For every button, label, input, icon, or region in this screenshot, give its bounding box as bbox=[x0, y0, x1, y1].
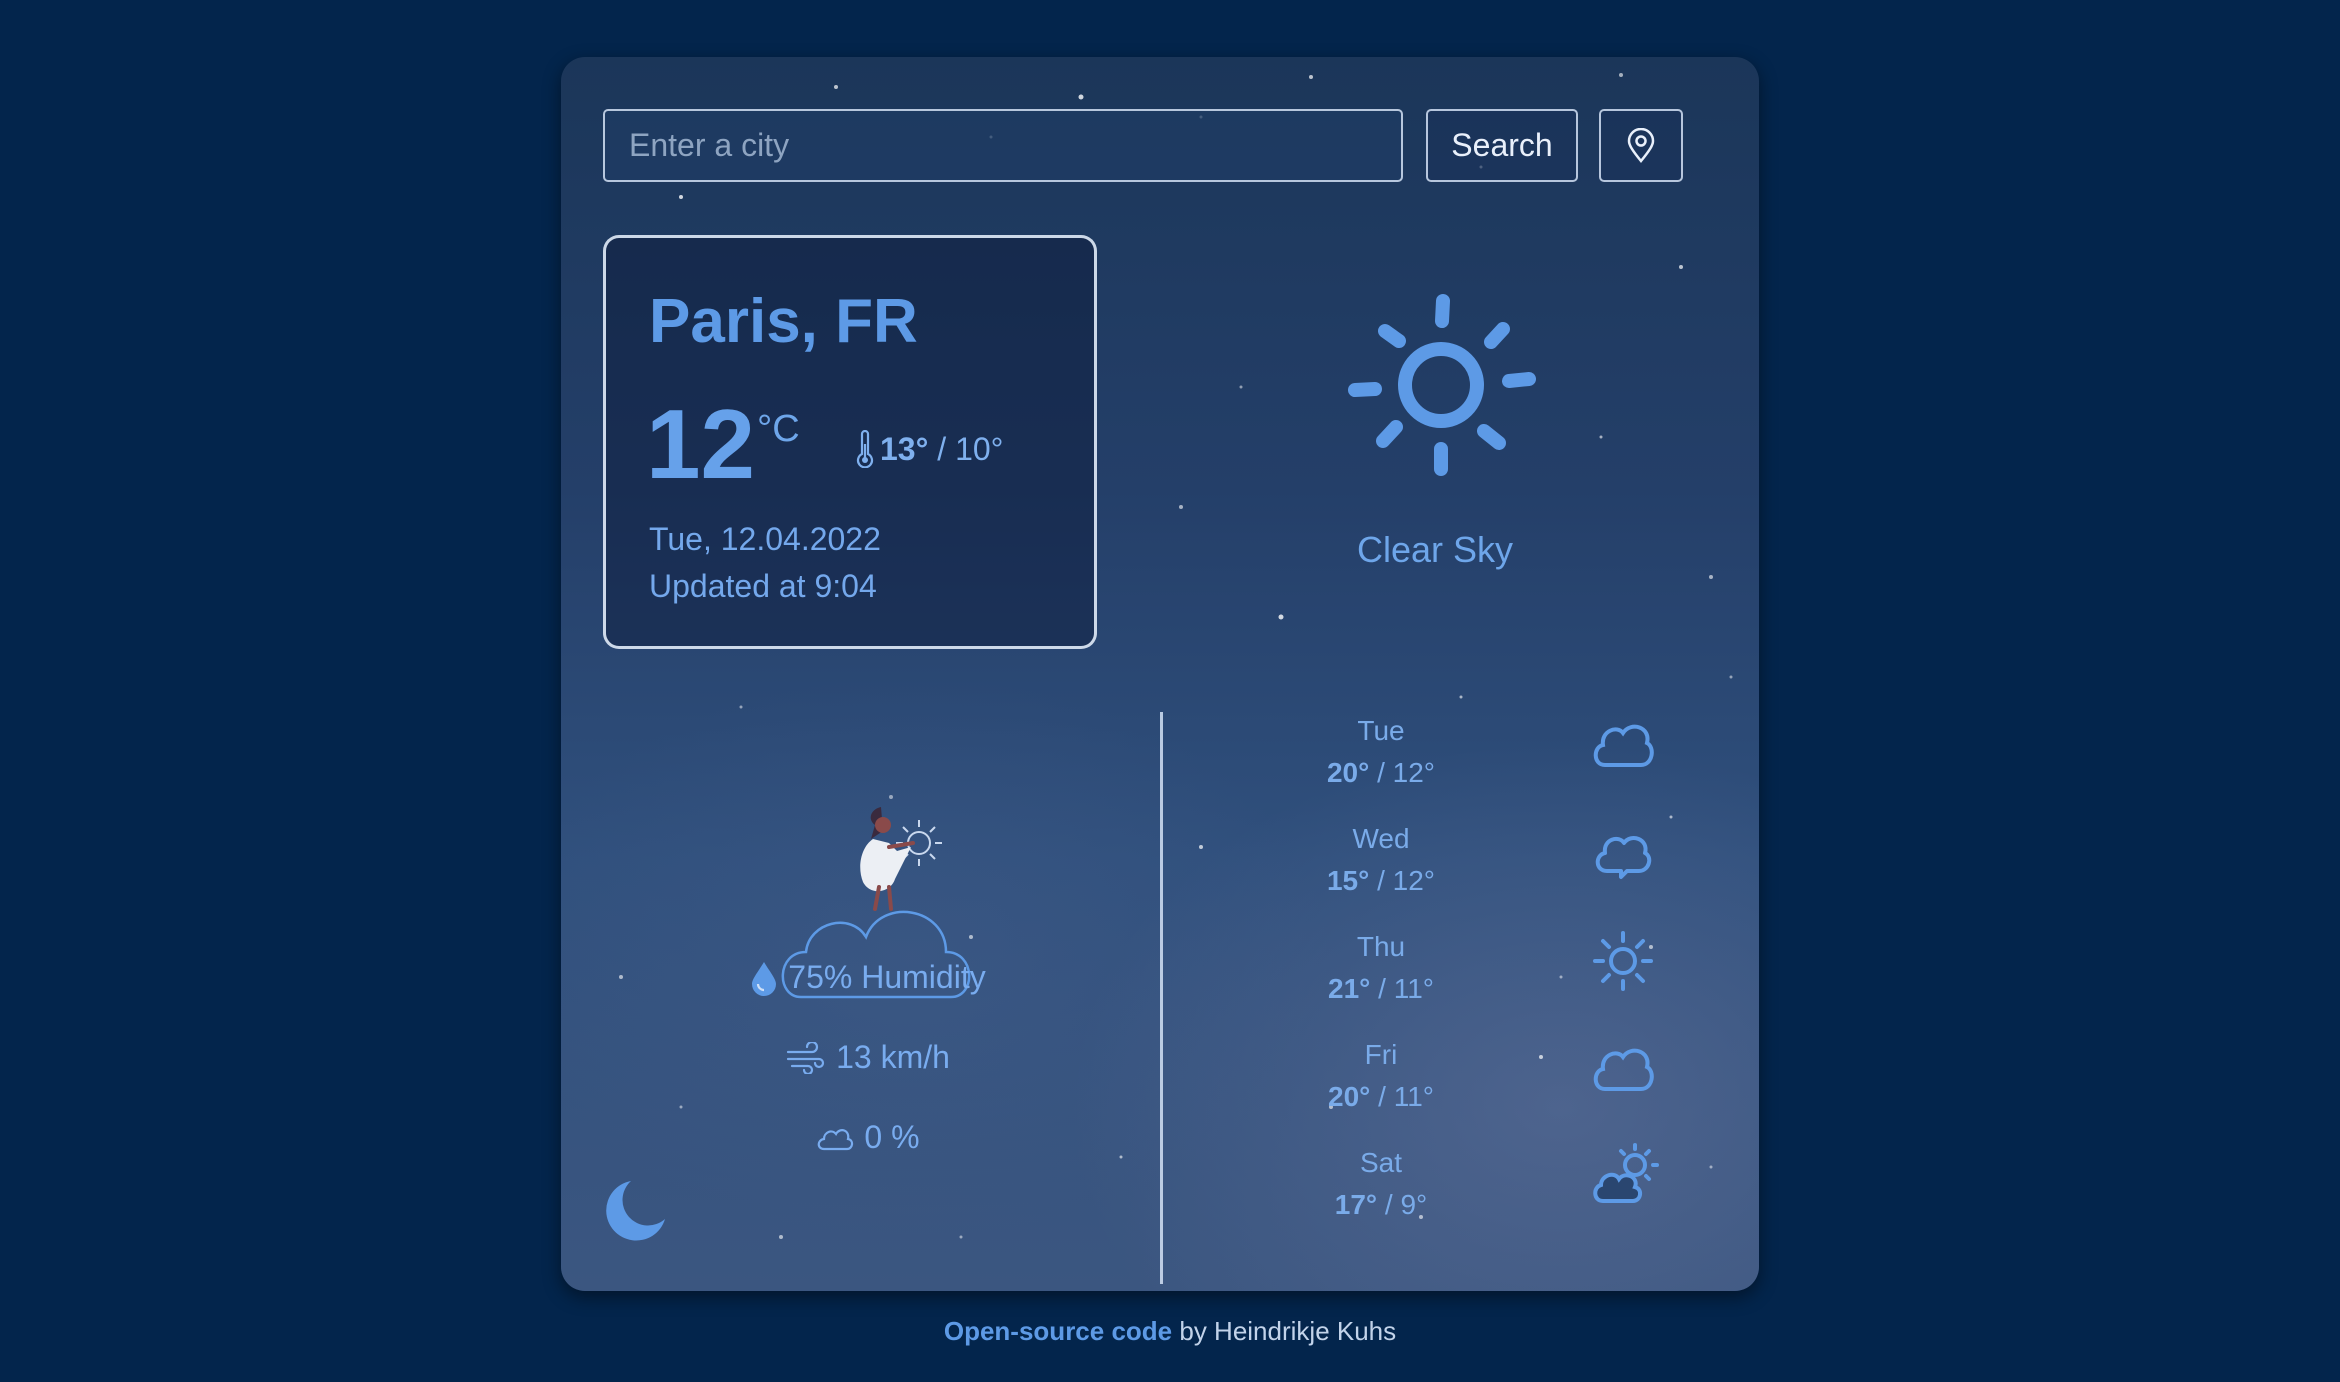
forecast-row: Fri 20° / 11° bbox=[1261, 1039, 1681, 1139]
weather-description: Clear Sky bbox=[1356, 529, 1514, 570]
location-pin-icon bbox=[1627, 127, 1655, 163]
cloud-icon bbox=[1593, 724, 1654, 767]
search-input[interactable] bbox=[603, 109, 1403, 182]
forecast-row: Tue 20° / 12° bbox=[1261, 715, 1681, 815]
weather-card: Search Paris, FR 12 °C 13° / 10° Tue, 12… bbox=[561, 57, 1759, 1291]
forecast-day: Fri bbox=[1364, 1039, 1398, 1070]
forecast-day: Sat bbox=[1359, 1147, 1403, 1178]
water-drop-icon bbox=[752, 961, 777, 996]
today-low: / 10° bbox=[928, 430, 1004, 467]
cloud-small-icon bbox=[818, 1128, 854, 1150]
forecast-temps: 15° / 12° bbox=[1326, 865, 1436, 896]
forecast-row: Sat 17° / 9° bbox=[1261, 1143, 1681, 1247]
dark-mode-moon-icon[interactable] bbox=[605, 1177, 669, 1241]
forecast-temps: 21° / 11° bbox=[1328, 973, 1434, 1004]
footer-credit: by Heindrikje Kuhs bbox=[1172, 1316, 1397, 1346]
forecast-temps: 20° / 11° bbox=[1328, 1081, 1434, 1112]
forecast-day: Wed bbox=[1352, 823, 1410, 854]
cloud-icon bbox=[1593, 1048, 1654, 1091]
forecast-temps: 17° / 9° bbox=[1334, 1189, 1428, 1220]
wind-value: 13 km/h bbox=[836, 1039, 950, 1075]
forecast-temps: 20° / 12° bbox=[1326, 757, 1436, 788]
humidity-value: 75% Humidity bbox=[788, 959, 986, 995]
wind-stat: 13 km/h bbox=[678, 1039, 1058, 1076]
cloud-icon bbox=[1595, 836, 1652, 879]
divider bbox=[1160, 712, 1163, 1284]
humidity-stat: 75% Humidity bbox=[678, 959, 1058, 996]
forecast-day: Thu bbox=[1356, 931, 1406, 962]
forecast-row: Thu 21° / 11° bbox=[1261, 931, 1681, 1031]
open-source-link[interactable]: Open-source code bbox=[944, 1316, 1172, 1346]
current-weather-panel: Paris, FR 12 °C 13° / 10° Tue, 12.04.202… bbox=[603, 235, 1097, 649]
search-button[interactable]: Search bbox=[1426, 109, 1578, 182]
sun-icon bbox=[1593, 931, 1653, 991]
sun-icon bbox=[1348, 294, 1536, 476]
partly-cloudy-icon bbox=[1593, 1143, 1659, 1203]
cloudiness-stat: 0 % bbox=[678, 1119, 1058, 1156]
thermometer-icon bbox=[856, 430, 874, 468]
current-location-button[interactable] bbox=[1599, 109, 1683, 182]
forecast-row: Wed 15° / 12° bbox=[1261, 823, 1681, 923]
temperature-unit: °C bbox=[757, 408, 800, 450]
current-temperature: 12 bbox=[646, 389, 756, 499]
city-name: Paris, FR bbox=[649, 287, 918, 356]
cloudiness-value: 0 % bbox=[864, 1119, 920, 1155]
high-low-temperature: 13° / 10° bbox=[856, 430, 1003, 468]
current-date: Tue, 12.04.2022 bbox=[649, 521, 881, 557]
footer: Open-source code by Heindrikje Kuhs bbox=[0, 1316, 2340, 1347]
updated-time: Updated at 9:04 bbox=[649, 568, 877, 604]
forecast-day: Tue bbox=[1357, 715, 1405, 746]
wind-icon bbox=[786, 1041, 825, 1074]
today-high: 13° bbox=[880, 430, 929, 467]
